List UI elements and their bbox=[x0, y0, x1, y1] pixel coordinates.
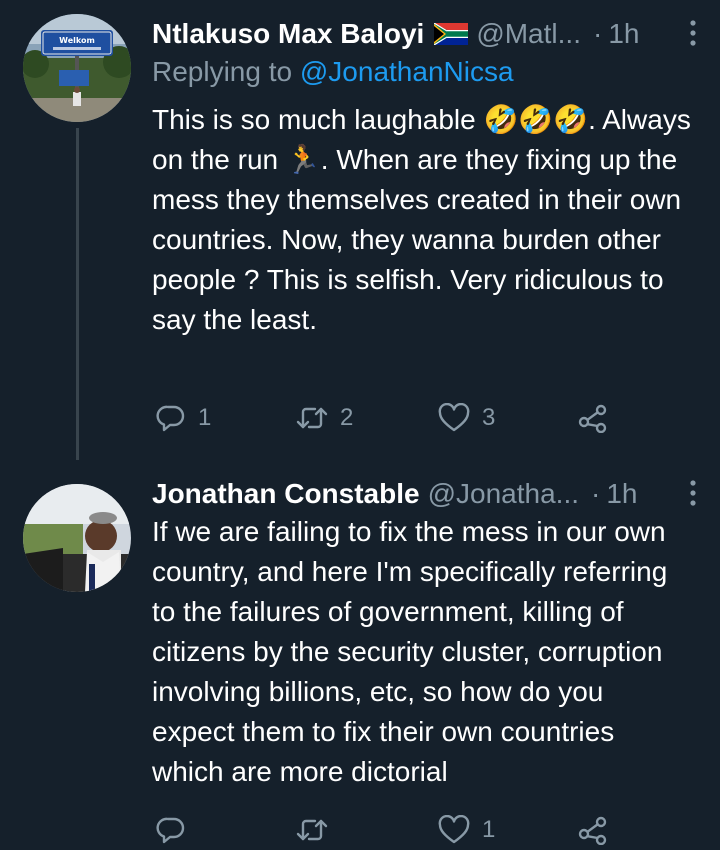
avatar[interactable] bbox=[23, 484, 131, 592]
reply-icon bbox=[156, 405, 185, 432]
avatar-sign-text: Welkom bbox=[59, 36, 95, 45]
share-button[interactable] bbox=[578, 398, 608, 438]
tweet[interactable]: Welkom Ntlakuso Max Baloyi @Matl... · 1h bbox=[0, 0, 720, 460]
tweet-text: This is so much laughable 🤣🤣🤣. Always on… bbox=[152, 100, 692, 340]
retweet-icon bbox=[296, 819, 328, 841]
reply-button[interactable]: 1 bbox=[156, 398, 211, 438]
tweet-header: Ntlakuso Max Baloyi @Matl... · 1h bbox=[152, 14, 704, 54]
avatar-image bbox=[23, 484, 131, 592]
replying-to-line: Replying to @JonathanNicsa bbox=[152, 56, 514, 88]
reply-icon bbox=[156, 817, 185, 844]
share-button[interactable] bbox=[578, 810, 608, 850]
thread-connector-line bbox=[76, 128, 79, 460]
retweet-icon bbox=[296, 407, 328, 429]
tweet-text-part: This is so much laughable bbox=[152, 104, 476, 135]
retweet-button[interactable] bbox=[296, 810, 340, 850]
more-options-icon[interactable] bbox=[688, 18, 698, 48]
tweet[interactable]: Jonathan Constable @Jonatha... · 1h If w… bbox=[0, 460, 720, 848]
tweet-actions: 1 2 3 bbox=[152, 398, 672, 438]
heart-icon bbox=[438, 403, 470, 432]
user-handle[interactable]: @Matl... bbox=[476, 18, 581, 50]
more-options-icon[interactable] bbox=[688, 478, 698, 508]
running-person-emoji: 🏃 bbox=[285, 144, 321, 175]
laughing-emoji: 🤣🤣🤣 bbox=[483, 104, 589, 135]
tweet-header: Jonathan Constable @Jonatha... · 1h bbox=[152, 474, 704, 514]
tweet-actions: 1 bbox=[152, 810, 672, 850]
like-button[interactable]: 1 bbox=[438, 810, 495, 850]
tweet-timestamp[interactable]: 1h bbox=[606, 478, 637, 510]
retweet-button[interactable]: 2 bbox=[296, 398, 353, 438]
tweet-text: If we are failing to fix the mess in our… bbox=[152, 516, 668, 787]
avatar-image: Welkom bbox=[23, 14, 131, 122]
replying-to-handle[interactable]: @JonathanNicsa bbox=[300, 56, 514, 87]
reply-count: 1 bbox=[198, 404, 212, 431]
avatar[interactable]: Welkom bbox=[23, 14, 131, 122]
share-icon bbox=[578, 816, 607, 845]
retweet-count: 2 bbox=[340, 404, 354, 431]
share-icon bbox=[578, 404, 607, 433]
heart-icon bbox=[438, 815, 470, 844]
south-africa-flag-icon bbox=[434, 23, 469, 45]
like-button[interactable]: 3 bbox=[438, 398, 495, 438]
display-name[interactable]: Ntlakuso Max Baloyi bbox=[152, 18, 424, 50]
separator-dot: · bbox=[591, 478, 601, 509]
replying-to-label: Replying to bbox=[152, 56, 293, 87]
tweet-timestamp[interactable]: 1h bbox=[608, 18, 639, 50]
reply-button[interactable] bbox=[156, 810, 198, 850]
display-name[interactable]: Jonathan Constable bbox=[152, 478, 420, 510]
separator-dot: · bbox=[592, 18, 603, 49]
like-count: 3 bbox=[482, 404, 496, 431]
like-count: 1 bbox=[482, 816, 496, 843]
user-handle[interactable]: @Jonatha... bbox=[428, 478, 579, 510]
